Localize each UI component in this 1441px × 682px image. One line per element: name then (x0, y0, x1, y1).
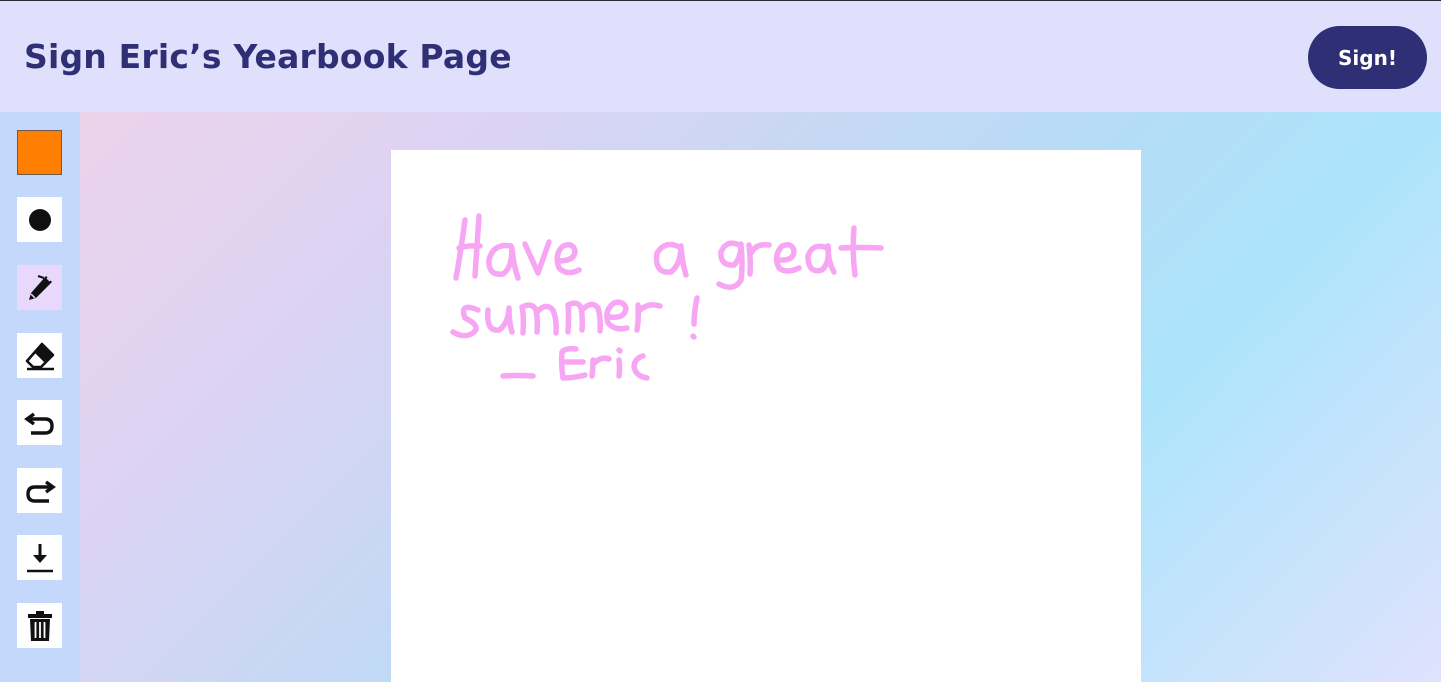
pen-tool-button[interactable] (17, 265, 62, 310)
app-header: Sign Eric’s Yearbook Page Sign! (0, 0, 1441, 112)
undo-button[interactable] (17, 400, 62, 445)
eraser-tool-button[interactable] (17, 333, 62, 378)
pen-icon (28, 274, 52, 300)
brush-size-button[interactable] (17, 197, 62, 242)
undo-icon (23, 412, 54, 435)
download-button[interactable] (17, 535, 62, 580)
download-icon (26, 543, 53, 572)
page-title: Sign Eric’s Yearbook Page (24, 37, 512, 76)
sign-button[interactable]: Sign! (1308, 26, 1427, 89)
eraser-icon (25, 342, 54, 370)
redo-icon (25, 480, 56, 503)
clear-canvas-button[interactable] (17, 603, 62, 648)
color-swatch[interactable] (17, 130, 62, 175)
handwritten-signature (450, 213, 884, 381)
trash-icon (27, 610, 52, 641)
drawing-canvas[interactable] (391, 150, 1141, 682)
filled-circle-icon (28, 208, 51, 231)
redo-button[interactable] (17, 468, 62, 513)
